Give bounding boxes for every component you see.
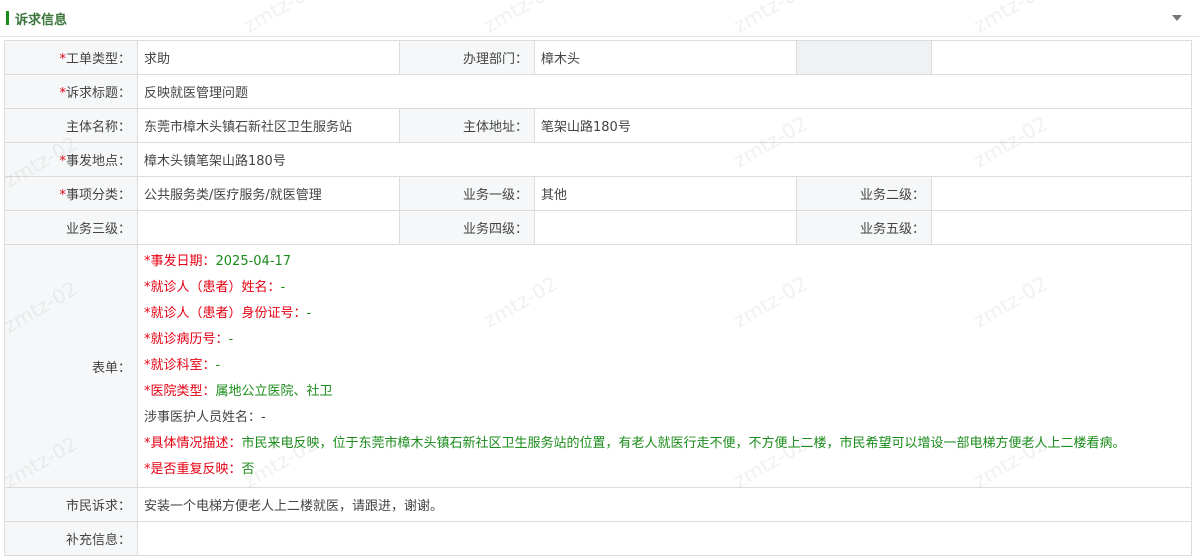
form-value: *事发日期：2025-04-17 *就诊人（患者）姓名：- *就诊人（患者）身份… xyxy=(137,244,1192,488)
form-item: 涉事医护人员姓名：- xyxy=(144,410,266,425)
table-row: *事发地点： 樟木头镇笔架山路180号 xyxy=(4,142,1192,177)
title-label: *诉求标题： xyxy=(4,74,138,109)
form-item: *就诊病历号：- xyxy=(144,332,234,347)
table-row: 市民诉求： 安装一个电梯方便老人上二楼就医，请跟进，谢谢。 xyxy=(4,487,1192,522)
table-row: 主体名称： 东莞市樟木头镇石新社区卫生服务站 主体地址： 笔架山路180号 xyxy=(4,108,1192,143)
department-value: 樟木头 xyxy=(534,40,797,75)
table-row: *工单类型： 求助 办理部门： 樟木头 xyxy=(4,40,1192,75)
biz-level3-label: 业务三级： xyxy=(4,210,138,245)
biz-level1-label: 业务一级： xyxy=(399,176,535,211)
table-row: 补充信息： xyxy=(4,521,1192,556)
ticket-type-value: 求助 xyxy=(137,40,400,75)
form-label: 表单： xyxy=(4,244,138,488)
table-row: *事项分类： 公共服务类/医疗服务/就医管理 业务一级： 其他 业务二级： xyxy=(4,176,1192,211)
biz-level4-label: 业务四级： xyxy=(399,210,535,245)
supplement-value xyxy=(137,521,1192,556)
title-value: 反映就医管理问题 xyxy=(137,74,1192,109)
incident-location-label: *事发地点： xyxy=(4,142,138,177)
entity-address-value: 笔架山路180号 xyxy=(534,108,1192,143)
table-row: 业务三级： 业务四级： 业务五级： xyxy=(4,210,1192,245)
citizen-request-value: 安装一个电梯方便老人上二楼就医，请跟进，谢谢。 xyxy=(137,487,1192,522)
empty-label-cell xyxy=(796,40,932,75)
biz-level2-label: 业务二级： xyxy=(796,176,932,211)
biz-level1-value: 其他 xyxy=(534,176,797,211)
form-item: *医院类型：属地公立医院、社卫 xyxy=(144,384,333,399)
section-title: 诉求信息 xyxy=(15,12,68,28)
supplement-label: 补充信息： xyxy=(4,521,138,556)
form-item: *具体情况描述：市民来电反映，位于东莞市樟木头镇石新社区卫生服务站的位置，有老人… xyxy=(144,436,1126,451)
section-accent-bar xyxy=(6,11,9,25)
category-label: *事项分类： xyxy=(4,176,138,211)
biz-level5-label: 业务五级： xyxy=(796,210,932,245)
form-item: *就诊人（患者）身份证号：- xyxy=(144,306,312,321)
table-row: 表单： *事发日期：2025-04-17 *就诊人（患者）姓名：- *就诊人（患… xyxy=(4,244,1192,488)
entity-name-value: 东莞市樟木头镇石新社区卫生服务站 xyxy=(137,108,400,143)
incident-location-value: 樟木头镇笔架山路180号 xyxy=(137,142,1192,177)
entity-address-label: 主体地址： xyxy=(399,108,535,143)
entity-name-label: 主体名称： xyxy=(4,108,138,143)
category-value: 公共服务类/医疗服务/就医管理 xyxy=(137,176,400,211)
section-header[interactable]: 诉求信息 xyxy=(0,0,1200,37)
collapse-caret-icon[interactable] xyxy=(1172,15,1182,21)
form-item: *事发日期：2025-04-17 xyxy=(144,254,292,269)
ticket-type-label: *工单类型： xyxy=(4,40,138,75)
form-item: *是否重复反映：否 xyxy=(144,462,255,477)
department-label: 办理部门： xyxy=(399,40,535,75)
biz-level2-value xyxy=(931,176,1192,211)
biz-level4-value xyxy=(534,210,797,245)
form-item: *就诊人（患者）姓名：- xyxy=(144,280,286,295)
info-table: *工单类型： 求助 办理部门： 樟木头 *诉求标题： 反映就医管理问题 主体名称… xyxy=(4,40,1192,556)
citizen-request-label: 市民诉求： xyxy=(4,487,138,522)
biz-level5-value xyxy=(931,210,1192,245)
table-row: *诉求标题： 反映就医管理问题 xyxy=(4,74,1192,109)
form-item: *就诊科室：- xyxy=(144,358,221,373)
biz-level3-value xyxy=(137,210,400,245)
empty-value-cell xyxy=(931,40,1192,75)
